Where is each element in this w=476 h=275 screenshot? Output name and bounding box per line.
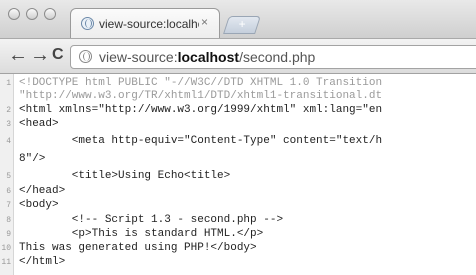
source-text: <html xmlns="http://www.w3.org/1999/xhtm… [19, 104, 383, 116]
source-line: 8"/> [0, 153, 476, 166]
source-line: 9 <p>This is standard HTML.</p> [0, 228, 476, 241]
line-number: 3 [6, 120, 11, 129]
line-number: 1 [6, 79, 11, 88]
source-text: <meta http-equiv="Content-Type" content=… [19, 135, 383, 147]
source-line: "http://www.w3.org/TR/xhtml1/DTD/xhtml1-… [0, 90, 476, 103]
address-bar[interactable]: view-source:localhost/second.php [70, 45, 476, 69]
line-number: 6 [6, 187, 11, 196]
source-text: 8"/> [19, 153, 46, 165]
url-path: /second.php [239, 49, 316, 65]
line-number: 10 [1, 244, 11, 253]
browser-window: view-source:localhost/secon × + ← → C vi… [0, 0, 476, 275]
toolbar: ← → C view-source:localhost/second.php [0, 38, 476, 74]
source-text: <!-- Script 1.3 - second.php --> [19, 214, 284, 226]
source-text: <body> [19, 199, 59, 211]
tab-strip: view-source:localhost/secon × + [0, 0, 476, 38]
source-text: <head> [19, 118, 59, 130]
new-tab-button[interactable]: + [223, 16, 261, 34]
close-window-button[interactable] [8, 8, 20, 20]
source-text: This was generated using PHP!</body> [19, 242, 257, 254]
source-line: 1 <!DOCTYPE html PUBLIC "-//W3C//DTD XHTM… [0, 77, 476, 90]
plus-icon: + [238, 17, 246, 31]
line-number: 11 [1, 258, 11, 267]
line-number: 4 [6, 137, 11, 146]
minimize-window-button[interactable] [26, 8, 38, 20]
source-view[interactable]: 1 <!DOCTYPE html PUBLIC "-//W3C//DTD XHTM… [0, 74, 476, 275]
forward-button[interactable]: → [30, 45, 50, 65]
address-url: view-source:localhost/second.php [99, 49, 315, 65]
reload-button[interactable]: C [52, 45, 64, 65]
source-line: 3 <head> [0, 118, 476, 131]
line-number: 7 [6, 201, 11, 210]
close-tab-icon[interactable]: × [201, 15, 208, 29]
source-line: 7 <body> [0, 199, 476, 212]
url-prefix: view-source: [99, 49, 178, 65]
source-line: 10 This was generated using PHP!</body> [0, 242, 476, 255]
zoom-window-button[interactable] [44, 8, 56, 20]
source-text: <!DOCTYPE html PUBLIC "-//W3C//DTD XHTML… [19, 77, 383, 89]
line-number: 8 [6, 216, 11, 225]
source-line: 4 <meta http-equiv="Content-Type" conten… [0, 135, 476, 148]
source-line: 8 <!-- Script 1.3 - second.php --> [0, 214, 476, 227]
tab-title: view-source:localhost/secon [99, 17, 199, 31]
source-text: <title>Using Echo<title> [19, 170, 231, 182]
line-number: 9 [6, 230, 11, 239]
source-line: 6 </head> [0, 185, 476, 198]
globe-icon [79, 50, 92, 63]
tab-view-source[interactable]: view-source:localhost/secon × [70, 8, 220, 38]
url-host: localhost [177, 49, 240, 65]
source-line: 5 <title>Using Echo<title> [0, 170, 476, 183]
source-line: 2 <html xmlns="http://www.w3.org/1999/xht… [0, 104, 476, 117]
source-text: "http://www.w3.org/TR/xhtml1/DTD/xhtml1-… [19, 90, 383, 102]
line-number: 2 [6, 106, 11, 115]
source-text: </html> [19, 256, 66, 268]
line-number: 5 [6, 172, 11, 181]
source-text: </head> [19, 185, 66, 197]
back-button[interactable]: ← [8, 45, 28, 65]
source-text: <p>This is standard HTML.</p> [19, 228, 264, 240]
globe-icon [81, 17, 94, 30]
source-line: 11 </html> [0, 256, 476, 269]
